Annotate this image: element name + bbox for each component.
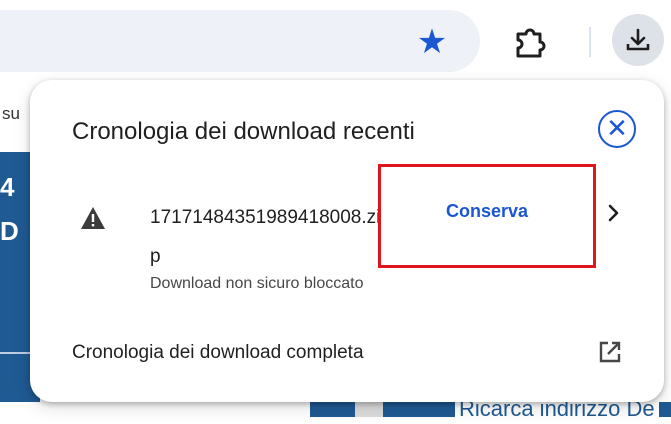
download-filename: 17171484351989418008.zip	[150, 207, 381, 267]
open-in-new-icon[interactable]	[596, 338, 624, 366]
keep-button[interactable]: Conserva	[378, 164, 596, 268]
downloads-bubble: Cronologia dei download recenti ✕ 171714…	[30, 80, 664, 402]
background-block	[355, 402, 383, 417]
full-history-link[interactable]: Cronologia dei download completa	[72, 342, 364, 364]
warning-icon	[80, 206, 106, 230]
download-status: Download non sicuro bloccato	[150, 275, 364, 292]
toolbar-separator	[589, 27, 591, 57]
browser-toolbar: ★	[0, 0, 671, 86]
chevron-right-icon[interactable]	[602, 198, 626, 228]
download-icon[interactable]	[612, 14, 664, 66]
address-bar[interactable]	[0, 10, 480, 72]
keep-button-label: Conserva	[445, 201, 529, 221]
background-text: 4	[0, 172, 15, 202]
star-icon[interactable]: ★	[412, 22, 452, 62]
puzzle-icon[interactable]	[512, 22, 548, 62]
bubble-title: Cronologia dei download recenti	[72, 118, 415, 145]
background-text: su	[2, 104, 20, 123]
background-text: D	[0, 216, 19, 246]
close-circle-icon[interactable]: ✕	[598, 110, 636, 148]
